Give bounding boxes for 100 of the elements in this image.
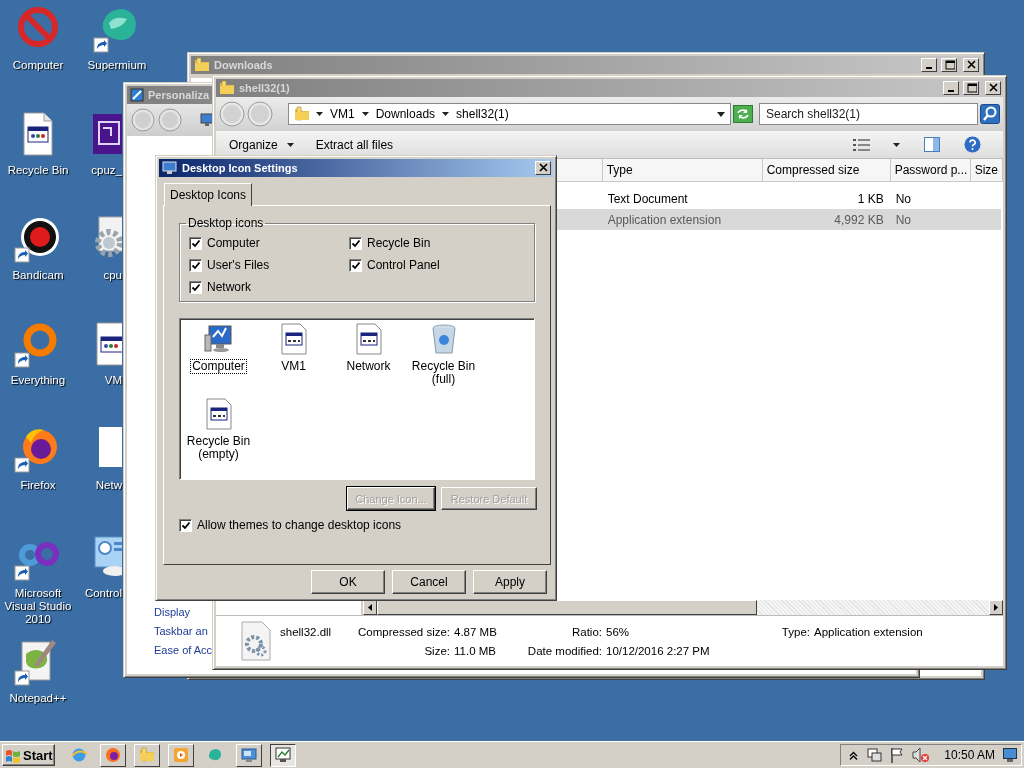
caret-icon[interactable]	[316, 112, 323, 116]
dropdown-arrow-icon[interactable]	[716, 111, 725, 117]
toolbar-button[interactable]: Extract all files	[312, 137, 397, 152]
icon-label[interactable]: Microsoft Visual Studio 2010	[0, 587, 78, 626]
checkbox-label[interactable]: Allow themes to change desktop icons	[197, 518, 402, 532]
address-bar[interactable]: VM1 Downloads shell32(1)	[288, 103, 731, 125]
detail-value: 56%	[606, 625, 631, 638]
checkbox-label[interactable]: Control Panel	[367, 258, 440, 272]
minimize-icon	[926, 67, 932, 69]
monitor-icon[interactable]	[202, 323, 235, 355]
close-button[interactable]	[963, 58, 979, 72]
checkbox-label[interactable]: Recycle Bin	[367, 236, 431, 250]
icon-label[interactable]: Bandicam	[12, 269, 64, 282]
detail-value: 4.87 MB	[454, 625, 498, 638]
icon-label[interactable]: Network	[345, 360, 392, 373]
icon-label[interactable]: cpu	[103, 269, 122, 282]
dialog-button[interactable]: OK	[311, 570, 385, 594]
arrow-right-icon	[994, 604, 998, 611]
search-field[interactable]: Search shell32(1)	[758, 103, 978, 125]
checkbox-label[interactable]: Network	[207, 280, 251, 294]
column-header[interactable]: Compressed size	[762, 159, 891, 181]
maximize-button[interactable]	[963, 81, 979, 95]
icon-label[interactable]: Recycle Bin (empty)	[182, 435, 255, 461]
icon-label[interactable]: Recycle Bin (full)	[407, 360, 480, 386]
folder-icon	[294, 106, 310, 122]
column-header[interactable]: Type	[602, 159, 763, 181]
maximize-icon	[965, 83, 977, 93]
close-button[interactable]	[985, 81, 1001, 95]
remote-desktop-icon	[241, 747, 257, 763]
chevron-up-icon[interactable]	[849, 750, 859, 760]
network-icon[interactable]	[866, 747, 883, 763]
icon-label[interactable]: Computer	[191, 360, 246, 373]
icon-label[interactable]: Notepad++	[9, 692, 67, 705]
close-icon	[537, 163, 549, 173]
dialog-button[interactable]: Apply	[473, 570, 547, 594]
checkbox[interactable]	[179, 518, 192, 532]
icon-label[interactable]: Firefox	[20, 479, 56, 492]
menu-button[interactable]: Organize	[226, 137, 297, 152]
icon-label[interactable]: Supermium	[87, 59, 147, 72]
maximize-button[interactable]	[941, 58, 957, 72]
scrollbar[interactable]	[362, 600, 1003, 615]
breadcrumb-item[interactable]: shell32(1)	[455, 107, 510, 121]
link[interactable]: Taskbar an	[154, 625, 208, 637]
caret-icon[interactable]	[361, 112, 369, 116]
file-gear-icon	[240, 621, 272, 661]
icon-label[interactable]: VM1	[280, 360, 307, 373]
clock-time[interactable]: 10:50 AM	[944, 748, 995, 762]
column-header[interactable]: Password p...	[890, 159, 971, 181]
start-button[interactable]: Start	[2, 744, 55, 766]
close-button[interactable]	[535, 161, 551, 175]
list-view-icon[interactable]	[853, 137, 871, 152]
arrow-left-icon	[367, 604, 372, 611]
folder-icon	[194, 57, 210, 73]
minimize-button[interactable]	[943, 81, 959, 95]
checkbox[interactable]	[349, 236, 362, 250]
checkbox-label[interactable]: Computer	[207, 236, 260, 250]
speaker-muted-icon[interactable]	[912, 747, 931, 763]
icon-label[interactable]: Netw	[95, 479, 122, 492]
tab[interactable]: Desktop Icons	[164, 183, 253, 206]
icon-label[interactable]: cpuz_	[91, 164, 122, 177]
column-header[interactable]: Size	[970, 159, 1003, 181]
caret-icon[interactable]	[893, 142, 900, 147]
checkbox[interactable]	[189, 280, 202, 294]
dialog-button[interactable]: Cancel	[392, 570, 466, 594]
folder-icon	[219, 80, 235, 96]
help-icon[interactable]	[964, 136, 981, 153]
flag-icon[interactable]	[890, 747, 905, 763]
table-cell-text: 1 KB	[856, 191, 885, 206]
breadcrumb-item[interactable]: Downloads	[374, 107, 437, 121]
group-title: Desktop icons	[187, 216, 265, 230]
maximize-icon	[943, 60, 955, 70]
document-icon[interactable]	[93, 320, 122, 368]
search-icon[interactable]	[980, 104, 1000, 124]
icon-label[interactable]: VM	[104, 374, 122, 387]
close-icon	[987, 83, 999, 93]
checkbox[interactable]	[349, 258, 362, 272]
refresh-icon[interactable]	[732, 105, 753, 123]
icon-label[interactable]: Recycle Bin	[7, 164, 69, 177]
minimize-button[interactable]	[921, 58, 937, 72]
detail-label: Date modified:	[526, 644, 602, 657]
breadcrumb-item[interactable]: VM1	[329, 107, 356, 121]
link[interactable]: Ease of Acc	[154, 644, 213, 656]
minimize-icon	[948, 90, 954, 92]
monitor-icon[interactable]	[1003, 748, 1017, 762]
icon-label[interactable]: Everything	[10, 374, 66, 387]
flame-globe-icon	[105, 747, 121, 763]
icon-label[interactable]: Control	[84, 587, 122, 600]
checkbox[interactable]	[189, 236, 202, 250]
checkbox[interactable]	[189, 258, 202, 272]
preview-pane-icon[interactable]	[924, 137, 940, 152]
link[interactable]: Display	[154, 606, 191, 618]
record-icon[interactable]	[14, 215, 62, 263]
window-title: shell32(1)	[239, 82, 291, 94]
monitor-icon	[200, 113, 214, 127]
blob-icon	[207, 747, 223, 763]
table-cell-text: No	[894, 191, 911, 206]
icon-label[interactable]: Computer	[12, 59, 64, 72]
checkbox-label[interactable]: User's Files	[207, 258, 270, 272]
taskbar-button[interactable]	[270, 743, 296, 767]
caret-icon[interactable]	[442, 112, 450, 116]
